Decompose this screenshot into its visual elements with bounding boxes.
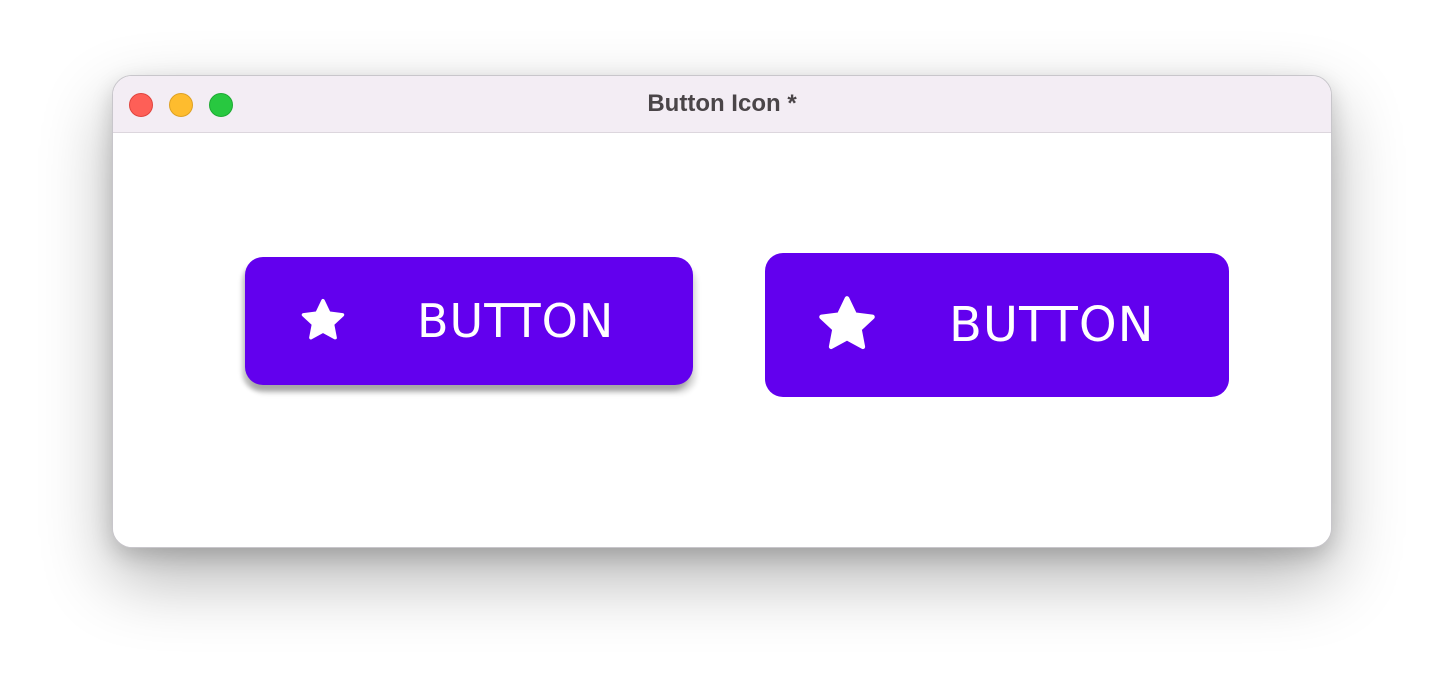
button-label: BUTTON <box>417 294 615 348</box>
icon-button-elevated[interactable]: BUTTON <box>245 257 693 385</box>
star-icon <box>819 296 875 350</box>
star-icon <box>301 298 345 340</box>
app-window: Button Icon * BUTTON BUTTON <box>112 75 1332 548</box>
icon-button-flat[interactable]: BUTTON <box>765 253 1229 397</box>
window-content: BUTTON BUTTON <box>113 133 1331 547</box>
button-label: BUTTON <box>949 297 1155 353</box>
title-bar[interactable]: Button Icon * <box>113 76 1331 133</box>
window-title: Button Icon * <box>647 90 797 117</box>
